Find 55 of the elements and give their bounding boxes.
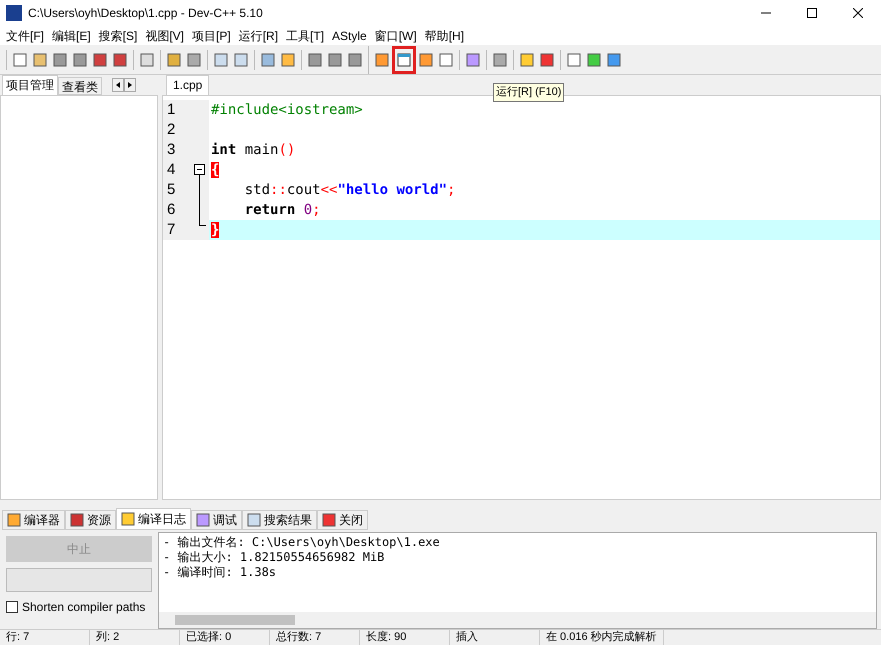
panel-tab[interactable]: 编译日志 [116, 508, 191, 530]
line-number: 7 [163, 220, 209, 240]
code-line: return 0; [244, 200, 321, 220]
status-field: 总行数: 7 [270, 629, 360, 645]
status-field: 行: 7 [0, 629, 90, 645]
menu-item[interactable]: 视图[V] [141, 26, 188, 45]
code-line: int main() [211, 140, 296, 160]
line-number: 2 [163, 120, 209, 140]
menu-item[interactable]: 窗口[W] [370, 26, 421, 45]
panel-tab[interactable]: 项目管理 [2, 75, 58, 96]
status-field: 长度: 90 [360, 629, 450, 645]
panel-tab[interactable]: 关闭 [317, 510, 368, 530]
tab-icon [196, 513, 210, 528]
line-number: 6 [163, 200, 209, 220]
menu-item[interactable]: 帮助[H] [420, 26, 468, 45]
menu-item[interactable]: AStyle [328, 26, 371, 45]
line-number: 3 [163, 140, 209, 160]
tab-icon [322, 513, 336, 528]
status-field: 已选择: 0 [180, 629, 270, 645]
checkbox-label: Shorten compiler paths [22, 599, 146, 616]
editor-tab[interactable]: 1.cpp [166, 75, 210, 96]
panel-tab[interactable]: 搜索结果 [242, 510, 317, 530]
run-icon[interactable] [392, 46, 416, 74]
menu-item[interactable]: 项目[P] [188, 26, 235, 45]
code-fold-drawing[interactable] [194, 164, 206, 226]
tab-scroll-right-icon[interactable] [124, 78, 136, 92]
menu-item[interactable]: 工具[T] [282, 26, 328, 45]
menu-item[interactable]: 编辑[E] [48, 26, 95, 45]
checkbox[interactable] [6, 601, 18, 614]
line-number: 5 [163, 180, 209, 200]
code-line: std::cout<<"hello world"; [244, 180, 456, 200]
window-title: C:\Users\oyh\Desktop\1.cpp - Dev-C++ 5.10 [28, 4, 263, 22]
app-logo-icon [6, 4, 22, 21]
status-field: 插入 [450, 629, 540, 645]
panel-tab[interactable]: 查看类 [58, 77, 102, 96]
code-line: #include<iostream> [211, 100, 363, 120]
line-number: 1 [163, 100, 209, 120]
tab-icon [7, 513, 21, 528]
log-line: - 输出文件名: C:\Users\oyh\Desktop\1.exe [163, 535, 441, 550]
tab-icon [70, 513, 84, 528]
tab-scroll-left-icon[interactable] [112, 78, 124, 92]
status-field: 列: 2 [90, 629, 180, 645]
log-line: - 输出大小: 1.82150554656982 MiB [163, 550, 386, 566]
tooltip: 运行[R] (F10) [493, 83, 564, 102]
tab-icon [121, 512, 135, 526]
panel-tab[interactable]: 编译器 [2, 510, 65, 530]
horizontal-scrollbar[interactable] [159, 612, 876, 628]
panel-tab[interactable]: 调试 [191, 510, 242, 530]
tab-icon [247, 513, 261, 528]
panel-tab[interactable]: 资源 [65, 510, 116, 530]
log-line: - 编译时间: 1.38s [163, 565, 278, 580]
menu-item[interactable]: 运行[R] [234, 26, 282, 45]
menu-item[interactable]: 搜索[S] [94, 26, 142, 45]
status-field: 在 0.016 秒内完成解析 [540, 629, 664, 645]
menu-item[interactable]: 文件[F] [2, 26, 48, 45]
